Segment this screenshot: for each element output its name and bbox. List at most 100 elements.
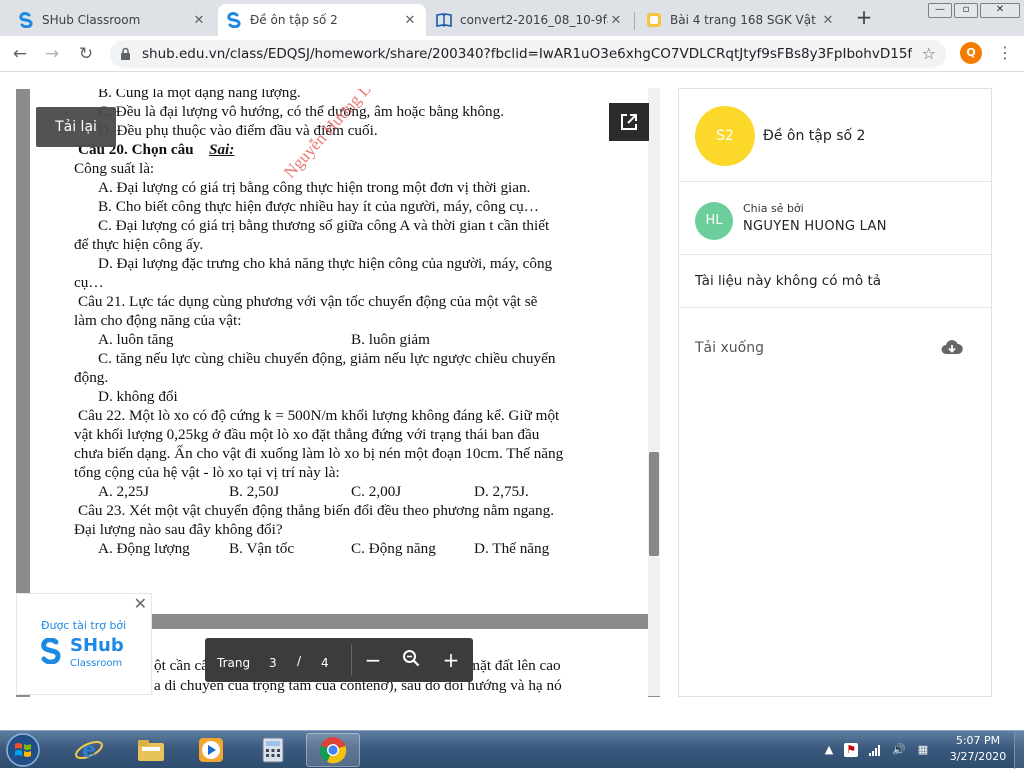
shared-by-name[interactable]: NGUYEN HUONG LAN [743, 219, 887, 234]
open-external-button[interactable] [609, 103, 649, 141]
doc-line: C. Động năng [351, 540, 436, 557]
doc-line: C. Đại lượng có giá trị bằng thương số g… [98, 217, 550, 234]
windows-taskbar: e ▲ ⚑ 🔊 ▦ 5:07 PM 3/27/2020 [0, 730, 1024, 769]
magnifier-icon [403, 650, 420, 667]
calculator-icon[interactable] [246, 733, 300, 767]
doc-line: B. luôn giảm [351, 331, 430, 348]
page-total: 4 [321, 656, 329, 670]
doc-line: Sai: [209, 141, 235, 158]
url-text[interactable]: shub.edu.vn/class/EDQSJ/homework/share/2… [142, 40, 912, 68]
doc-line: Câu 23. Xét một vật chuyển động thẳng bi… [78, 502, 555, 519]
tab-shub-classroom[interactable]: SHub Classroom ✕ [10, 4, 215, 36]
doc-line: C. 2,00J [351, 483, 402, 500]
tab-de-on-tap[interactable]: Đề ôn tập số 2 ✕ [218, 4, 426, 36]
doc-line: Câu 22. Một lò xo có độ cứng k = 500N/m … [78, 407, 560, 424]
doc-line: chưa biến dạng. Ấn cho vật đi xuống làm … [74, 445, 564, 462]
close-icon[interactable]: ✕ [191, 13, 207, 28]
doc-line: để thực hiện công ấy. [74, 236, 204, 253]
action-center-icon[interactable]: ⚑ [844, 743, 858, 757]
sponsor-ad[interactable]: ✕ Được tài trợ bởi SHub Classroom [16, 593, 152, 695]
reload-button[interactable]: Tải lại [36, 107, 116, 147]
system-tray: ▲ ⚑ 🔊 ▦ [816, 731, 946, 769]
clock-date: 3/27/2020 [949, 750, 1007, 763]
back-arrow-icon[interactable]: ← [8, 42, 32, 66]
tab-title: Đề ôn tập số 2 [250, 13, 338, 27]
shub-logo-icon [41, 638, 61, 664]
shub-icon [226, 12, 242, 28]
doc-line: C. tăng nếu lực cùng chiều chuyển động, … [98, 350, 556, 367]
zoom-out-button[interactable]: − [361, 648, 385, 672]
tab-bai4[interactable]: Bài 4 trang 168 SGK Vật lý lớ ✕ [638, 4, 844, 36]
tab-title: convert2-2016_08_10-9fa8c [460, 13, 608, 27]
open-external-icon [621, 114, 637, 130]
site-icon [646, 12, 662, 28]
volume-icon[interactable]: 🔊 [892, 743, 906, 757]
doc-line: B. Vận tốc [229, 540, 295, 557]
shub-icon [18, 12, 34, 28]
tab-title: SHub Classroom [42, 13, 141, 27]
ad-sponsored-label: Được tài trợ bởi [41, 619, 127, 632]
tab-title: Bài 4 trang 168 SGK Vật lý lớ [670, 13, 820, 27]
page-navigation-bar: Trang 3 / 4 − + [205, 638, 473, 682]
close-icon[interactable]: ✕ [820, 13, 836, 28]
doc-line: vật khối lượng 0,25kg ở đầu một lò xo đặ… [74, 426, 540, 443]
chrome-icon[interactable] [306, 733, 360, 767]
star-icon[interactable]: ☆ [922, 40, 936, 68]
start-button[interactable] [4, 731, 48, 769]
close-icon[interactable]: ✕ [134, 594, 147, 613]
ad-brand: SHub [70, 635, 124, 656]
doc-line: cụ… [74, 274, 104, 291]
window-close-button[interactable]: ✕ [980, 3, 1020, 18]
profile-avatar[interactable]: Q [960, 42, 982, 64]
new-tab-button[interactable]: + [852, 6, 876, 30]
divider [351, 644, 352, 676]
cloud-download-icon[interactable] [941, 339, 963, 355]
zoom-reset-button[interactable] [399, 648, 423, 672]
doc-line: A. 2,25J [98, 483, 150, 500]
system-clock[interactable]: 5:07 PM 3/27/2020 [946, 733, 1010, 765]
network-icon[interactable] [868, 743, 882, 757]
viewer-scrollbar[interactable] [648, 88, 660, 696]
forward-arrow-icon[interactable]: → [40, 42, 64, 66]
file-explorer-icon[interactable] [124, 733, 178, 767]
keyboard-language-icon[interactable]: ▦ [916, 743, 930, 757]
doc-description: Tài liệu này không có mô tả [695, 273, 882, 289]
page-separator: / [297, 654, 302, 668]
reload-icon[interactable]: ↻ [74, 42, 98, 66]
doc-line: D. 2,75J. [474, 483, 529, 500]
lock-icon [121, 47, 130, 60]
maximize-button[interactable]: ▫ [954, 3, 978, 18]
page-current[interactable]: 3 [269, 656, 277, 670]
doc-line: B. 2,50J [229, 483, 280, 500]
kebab-menu-icon[interactable]: ⋮ [997, 42, 1013, 64]
doc-line: A. luôn tăng [98, 331, 174, 348]
doc-line: D. Đại lượng đặc trưng cho khả năng thực… [98, 255, 553, 272]
doc-line: D. Thế năng [474, 540, 550, 557]
address-bar[interactable]: shub.edu.vn/class/EDQSJ/homework/share/2… [110, 40, 946, 68]
scrollbar-thumb[interactable] [649, 452, 659, 556]
show-hidden-icons-icon[interactable]: ▲ [822, 743, 836, 757]
document-info-panel: S2 Đề ôn tập số 2 HL Chia sẻ bởi NGUYEN … [678, 88, 992, 697]
close-icon[interactable]: ✕ [402, 13, 418, 28]
close-icon[interactable]: ✕ [608, 13, 624, 28]
doc-line: Đại lượng nào sau đây không đổi? [74, 521, 283, 538]
doc-line: B. Cho biết công thực hiện được nhiều ha… [98, 198, 539, 215]
minimize-button[interactable]: — [928, 3, 952, 18]
doc-avatar: S2 [695, 106, 755, 166]
page-label: Trang [217, 656, 251, 670]
internet-explorer-icon[interactable]: e [62, 733, 116, 767]
download-button[interactable]: Tải xuống [695, 340, 764, 356]
doc-line: D. không đổi [98, 388, 178, 405]
doc-line: C. Đều là đại lượng vô hướng, có thể dươ… [98, 103, 505, 120]
windows-logo-icon [6, 733, 40, 767]
doc-line: Câu 21. Lực tác dụng cùng phương với vận… [78, 293, 538, 310]
avatar: HL [695, 202, 733, 240]
tab-separator [634, 12, 635, 30]
media-player-icon[interactable] [184, 733, 238, 767]
zoom-in-button[interactable]: + [439, 648, 463, 672]
doc-line: B. Cũng là một dạng năng lượng. [98, 89, 301, 101]
ad-brand-sub: Classroom [70, 658, 123, 669]
tab-convert[interactable]: convert2-2016_08_10-9fa8c ✕ [428, 4, 632, 36]
show-desktop-button[interactable] [1014, 731, 1024, 769]
doc-line: tổng cộng của hệ vật - lò xo tại vị trí … [74, 464, 340, 481]
